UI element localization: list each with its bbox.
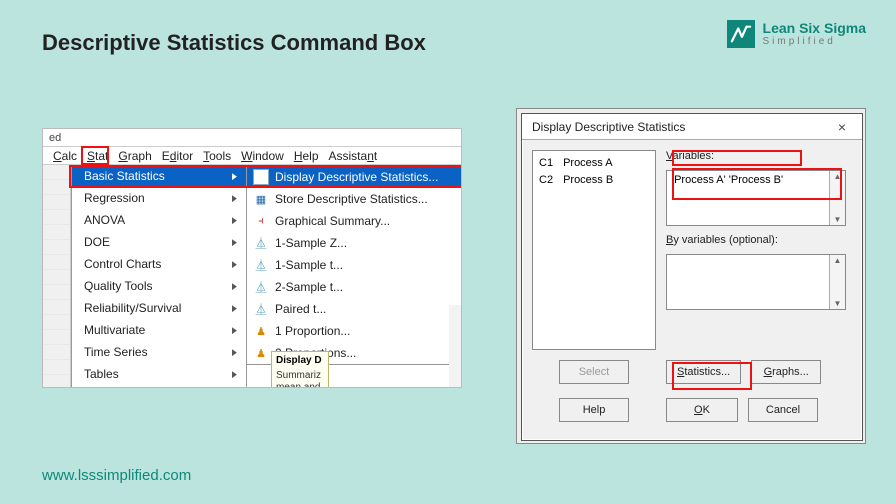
byvars-field[interactable]: ▲▼: [666, 254, 846, 310]
stat-item-control-charts[interactable]: Control Charts▶: [72, 253, 246, 275]
person-icon: ♟: [253, 323, 269, 339]
chevron-down-icon[interactable]: ▼: [834, 299, 842, 308]
ok-button[interactable]: OK: [666, 398, 738, 422]
stat-item-regression[interactable]: Regression▶: [72, 187, 246, 209]
menu-stat[interactable]: Stat: [87, 149, 108, 163]
columns-list[interactable]: C1Process A C2Process B: [532, 150, 656, 350]
website-link[interactable]: www.lsssimplified.com: [42, 467, 191, 484]
list-item[interactable]: C1Process A: [539, 155, 649, 172]
brand-logo-icon: [727, 20, 755, 48]
stat-dropdown[interactable]: Basic Statistics▶ Regression▶ ANOVA▶ DOE…: [71, 165, 247, 387]
menu-graph[interactable]: Graph: [118, 149, 151, 163]
slide-title: Descriptive Statistics Command Box: [42, 30, 426, 56]
stat-item-multivariate[interactable]: Multivariate▶: [72, 319, 246, 341]
display-descriptive-dialog: Display Descriptive Statistics × C1Proce…: [521, 113, 863, 441]
stat-item-basic-statistics[interactable]: Basic Statistics▶: [72, 165, 246, 187]
menu-help[interactable]: Help: [294, 149, 319, 163]
basic-statistics-submenu[interactable]: ▦Display Descriptive Statistics... ▦Stor…: [247, 165, 462, 365]
minitab-menu-screenshot: ed CCalcalc Stat Graph Editor Tools Wind…: [42, 128, 462, 388]
submenu-2sample-t[interactable]: ⏅2-Sample t...: [247, 276, 462, 298]
menu-calc[interactable]: CCalcalc: [53, 149, 77, 163]
variables-label: Variables:: [666, 150, 852, 162]
dialog-title: Display Descriptive Statistics: [532, 120, 685, 134]
dist-icon: ⏅: [253, 257, 269, 273]
table-icon: ▦: [253, 169, 269, 185]
menu-bar[interactable]: CCalcalc Stat Graph Editor Tools Window …: [43, 147, 461, 165]
byvars-label: By variables (optional):: [666, 234, 852, 246]
submenu-store-descriptive[interactable]: ▦Store Descriptive Statistics...: [247, 188, 462, 210]
dist-icon: ⏅: [253, 235, 269, 251]
stat-item-time-series[interactable]: Time Series▶: [72, 341, 246, 363]
brand-block: Lean Six Sigma Simplified: [727, 20, 866, 48]
brand-subtitle: Simplified: [763, 36, 866, 47]
menu-editor[interactable]: Editor: [162, 149, 193, 163]
store-icon: ▦: [253, 191, 269, 207]
chevron-up-icon[interactable]: ▲: [834, 256, 842, 265]
right-edge-strip: [449, 305, 461, 388]
list-item[interactable]: C2Process B: [539, 172, 649, 189]
submenu-1sample-z[interactable]: ⏅1-Sample Z...: [247, 232, 462, 254]
people-icon: ♟: [253, 345, 269, 361]
brand-title: Lean Six Sigma: [763, 21, 866, 36]
worksheet-gutter: [43, 165, 71, 387]
dist-icon: ⏅: [253, 301, 269, 317]
menu-window[interactable]: Window: [241, 149, 284, 163]
close-icon[interactable]: ×: [830, 119, 854, 135]
stat-item-doe[interactable]: DOE▶: [72, 231, 246, 253]
submenu-graphical-summary[interactable]: ⫞Graphical Summary...: [247, 210, 462, 232]
chevron-down-icon[interactable]: ▼: [834, 215, 842, 224]
scrollbar[interactable]: ▲▼: [829, 255, 845, 309]
submenu-display-descriptive[interactable]: ▦Display Descriptive Statistics...: [247, 166, 462, 188]
submenu-1sample-t[interactable]: ⏅1-Sample t...: [247, 254, 462, 276]
chart-icon: ⫞: [253, 213, 269, 229]
dist2-icon: ⏅: [253, 279, 269, 295]
byvars-input[interactable]: [667, 255, 829, 309]
tooltip-display-descriptive: Display D Summariz mean and in the Ses: [271, 351, 329, 388]
stat-item-tables[interactable]: Tables▶: [72, 363, 246, 385]
help-button[interactable]: Help: [559, 398, 629, 422]
cancel-button[interactable]: Cancel: [748, 398, 818, 422]
statistics-button[interactable]: Statistics...: [666, 360, 741, 384]
graphs-button[interactable]: Graphs...: [751, 360, 821, 384]
stat-item-quality-tools[interactable]: Quality Tools▶: [72, 275, 246, 297]
menu-tools[interactable]: Tools: [203, 149, 231, 163]
submenu-paired-t[interactable]: ⏅Paired t...: [247, 298, 462, 320]
variables-input[interactable]: [667, 171, 829, 225]
submenu-1proportion[interactable]: ♟1 Proportion...: [247, 320, 462, 342]
stat-item-reliability[interactable]: Reliability/Survival▶: [72, 297, 246, 319]
dialog-screenshot: Display Descriptive Statistics × C1Proce…: [516, 108, 866, 444]
window-title-fragment: ed: [43, 129, 461, 147]
stat-item-anova[interactable]: ANOVA▶: [72, 209, 246, 231]
chevron-up-icon[interactable]: ▲: [834, 172, 842, 181]
variables-field[interactable]: ▲▼: [666, 170, 846, 226]
menu-assistant[interactable]: Assistant: [329, 149, 378, 163]
select-button: Select: [559, 360, 629, 384]
scrollbar[interactable]: ▲▼: [829, 171, 845, 225]
